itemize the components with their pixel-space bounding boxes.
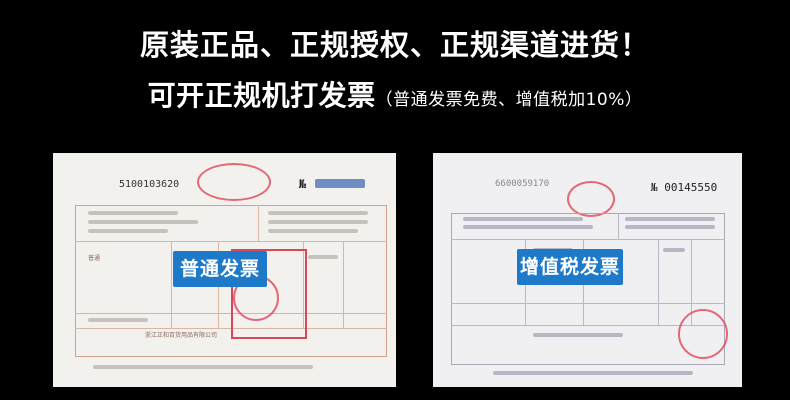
ordinary-invoice-image: 5100103620 № 普通 浙江正和百货用品有限公司 普通发票 [53, 153, 396, 387]
invoice-no-label: № [299, 177, 307, 191]
item-name: 普通 [88, 255, 101, 262]
vat-no-label: № [651, 181, 658, 194]
headline-main: 可开正规机打发票 [147, 79, 376, 112]
vat-no-value: 00145550 [664, 181, 718, 194]
vat-invoice-badge: 增值税发票 [517, 249, 623, 285]
invoice-seal [197, 163, 271, 201]
invoice-code: 5100103620 [119, 179, 180, 190]
vat-invoice-no: № 00145550 [651, 181, 717, 194]
headline-note: （普通发票免费、增值税加10%） [375, 90, 643, 110]
vat-seal [567, 181, 615, 217]
ordinary-invoice-badge: 普通发票 [173, 251, 267, 287]
vat-invoice-image: 6600059170 № 00145550 增值税发票 [433, 153, 742, 387]
headline-line1: 原装正品、正规授权、正规渠道进货！ [139, 28, 650, 62]
seller-name: 浙江正和百货用品有限公司 [145, 332, 218, 339]
vat-invoice-code: 6600059170 [495, 179, 550, 189]
headline-line2: 可开正规机打发票（普通发票免费、增值税加10%） [0, 74, 790, 114]
